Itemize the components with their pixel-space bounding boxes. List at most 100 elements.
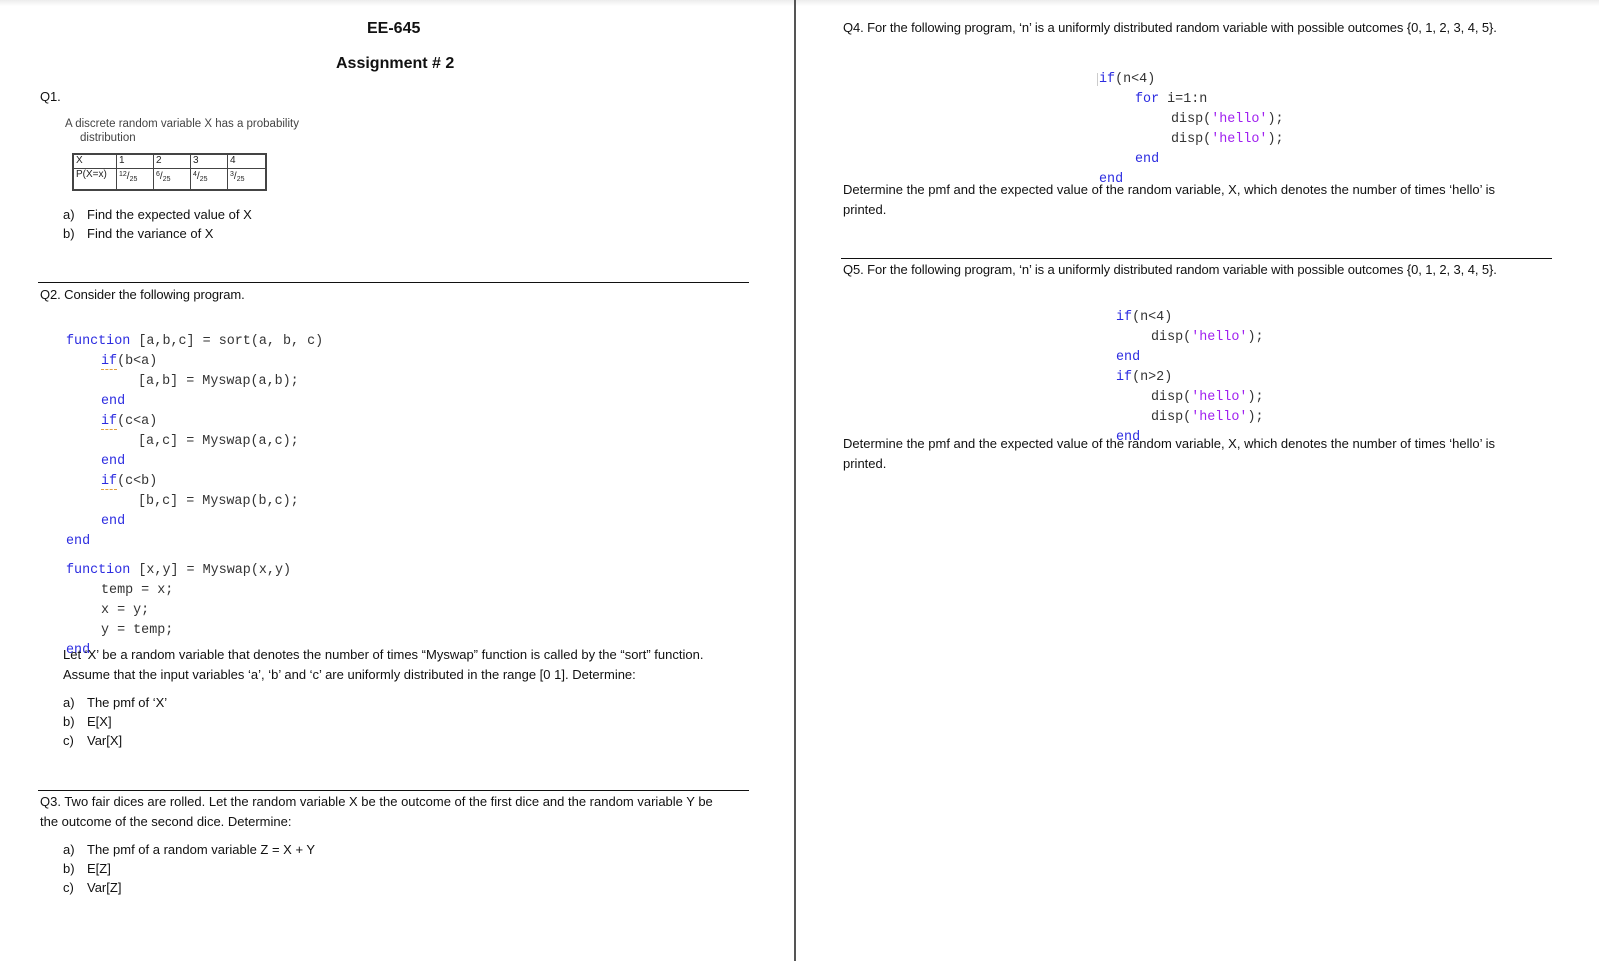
code-line: end <box>66 512 323 532</box>
code-text: (n<4) <box>1132 310 1173 325</box>
code-text: ); <box>1247 390 1264 405</box>
code-text: [a,b] = Myswap(a,b); <box>138 374 299 389</box>
code-text: ); <box>1267 132 1284 147</box>
code-text: i=1:n <box>1159 92 1208 107</box>
list-item: b) Find the variance of X <box>63 224 252 243</box>
paragraph-line: Determine the pmf and the expected value… <box>843 182 1496 197</box>
fraction-numerator: 6 <box>156 171 160 178</box>
code-keyword: end <box>101 514 126 529</box>
table-cell: 3 <box>190 154 228 169</box>
code-keyword: end <box>1116 350 1141 365</box>
table-cell: 1 <box>116 154 154 169</box>
code-line: if(c<b) <box>66 472 323 492</box>
paragraph-line: printed. <box>843 201 887 217</box>
code-text: (n>2) <box>1132 370 1173 385</box>
code-string: 'hello' <box>1211 112 1268 127</box>
list-marker: c) <box>63 733 74 748</box>
code-line: end <box>1116 348 1264 368</box>
q2-paragraph: Let ‘X’ be a random variable that denote… <box>63 645 703 684</box>
code-text: temp = x; <box>101 583 174 598</box>
section-divider <box>38 790 749 791</box>
code-keyword: if <box>101 474 118 490</box>
paragraph-line: the outcome of the second dice. Determin… <box>40 813 292 829</box>
list-item: c) Var[Z] <box>63 878 315 897</box>
paragraph-line: Assume that the input variables ‘a’, ‘b’… <box>63 666 636 682</box>
code-line: for i=1:n <box>1099 90 1284 110</box>
code-text: disp( <box>1151 410 1192 425</box>
list-text: Find the variance of X <box>87 226 214 241</box>
list-marker: b) <box>63 714 75 729</box>
list-text: The pmf of a random variable Z = X + Y <box>87 842 316 857</box>
code-line: if(n<4) <box>1099 70 1284 90</box>
section-divider <box>841 258 1552 259</box>
code-line: if(b<a) <box>66 352 323 372</box>
code-keyword: if <box>1099 72 1116 87</box>
table-cell: 6/25 <box>153 168 191 190</box>
code-line: function [x,y] = Myswap(x,y) <box>66 561 323 581</box>
q2-code-block: function [a,b,c] = sort(a, b, c) if(b<a)[… <box>66 312 323 701</box>
code-line: end <box>1099 150 1284 170</box>
code-text: (b<a) <box>117 354 158 369</box>
code-text: ); <box>1247 410 1264 425</box>
code-text: x = y; <box>101 603 150 618</box>
q1-intro-line1: A discrete random variable X has a proba… <box>65 118 299 130</box>
code-line: if(n>2) <box>1116 368 1264 388</box>
code-line: disp('hello'); <box>1116 408 1264 428</box>
list-item: c) Var[X] <box>63 731 167 750</box>
code-text: ); <box>1247 330 1264 345</box>
list-marker: a) <box>63 842 75 857</box>
paragraph-line: Let ‘X’ be a random variable that denote… <box>63 647 704 662</box>
code-text: disp( <box>1151 390 1192 405</box>
list-text: Var[X] <box>87 733 123 748</box>
code-keyword: end <box>101 394 126 409</box>
table-cell: X <box>73 154 117 169</box>
code-text: [a,c] = Myswap(a,c); <box>138 434 299 449</box>
code-line: end <box>66 532 323 552</box>
code-line: disp('hello'); <box>1099 110 1284 130</box>
fraction-numerator: 4 <box>193 171 197 178</box>
q1-label: Q1. <box>40 89 61 104</box>
code-keyword: function <box>66 334 131 349</box>
list-marker: b) <box>63 861 75 876</box>
code-text: [a,b,c] = sort(a, b, c) <box>130 334 324 349</box>
code-text: disp( <box>1171 112 1212 127</box>
code-line: disp('hello'); <box>1116 388 1264 408</box>
fraction-denominator: 25 <box>236 176 245 183</box>
table-cell: 12/25 <box>116 168 154 190</box>
list-item: b) E[Z] <box>63 859 315 878</box>
paragraph-line: printed. <box>843 455 887 471</box>
paragraph-line: Determine the pmf and the expected value… <box>843 436 1496 451</box>
code-string: 'hello' <box>1191 390 1248 405</box>
code-keyword: if <box>1116 310 1133 325</box>
fraction-numerator: 12 <box>119 171 127 178</box>
code-line: [a,c] = Myswap(a,c); <box>66 432 323 452</box>
code-line: x = y; <box>66 601 323 621</box>
code-text: y = temp; <box>101 623 174 638</box>
distribution-table: X 1 2 3 4 P(X=x) 12/25 6/25 4/25 3/25 <box>72 153 267 191</box>
list-marker: b) <box>63 226 75 241</box>
code-string: 'hello' <box>1191 330 1248 345</box>
q5-paragraph: Determine the pmf and the expected value… <box>843 434 1495 473</box>
list-marker: a) <box>63 695 75 710</box>
code-text: [x,y] = Myswap(x,y) <box>130 563 292 578</box>
code-line: if(c<a) <box>66 412 323 432</box>
table-cell: 4/25 <box>190 168 228 190</box>
q4-heading: Q4. For the following program, ‘n’ is a … <box>843 20 1497 35</box>
list-text: The pmf of ‘X’ <box>87 695 168 710</box>
q4-paragraph: Determine the pmf and the expected value… <box>843 180 1495 219</box>
fraction-numerator: 3 <box>230 171 234 178</box>
list-marker: a) <box>63 207 75 222</box>
q1-parts-list: a) Find the expected value of X b) Find th… <box>63 205 252 243</box>
code-string: 'hello' <box>1211 132 1268 147</box>
code-line: temp = x; <box>66 581 323 601</box>
list-item: b) E[X] <box>63 712 167 731</box>
table-cell: 2 <box>153 154 191 169</box>
list-text: E[X] <box>87 714 112 729</box>
fraction-denominator: 25 <box>129 176 138 183</box>
list-item: a) The pmf of ‘X’ <box>63 693 167 712</box>
code-line: [b,c] = Myswap(b,c); <box>66 492 323 512</box>
list-text: E[Z] <box>87 861 111 876</box>
fraction-denominator: 25 <box>199 176 208 183</box>
code-keyword: end <box>101 454 126 469</box>
code-line: [a,b] = Myswap(a,b); <box>66 372 323 392</box>
